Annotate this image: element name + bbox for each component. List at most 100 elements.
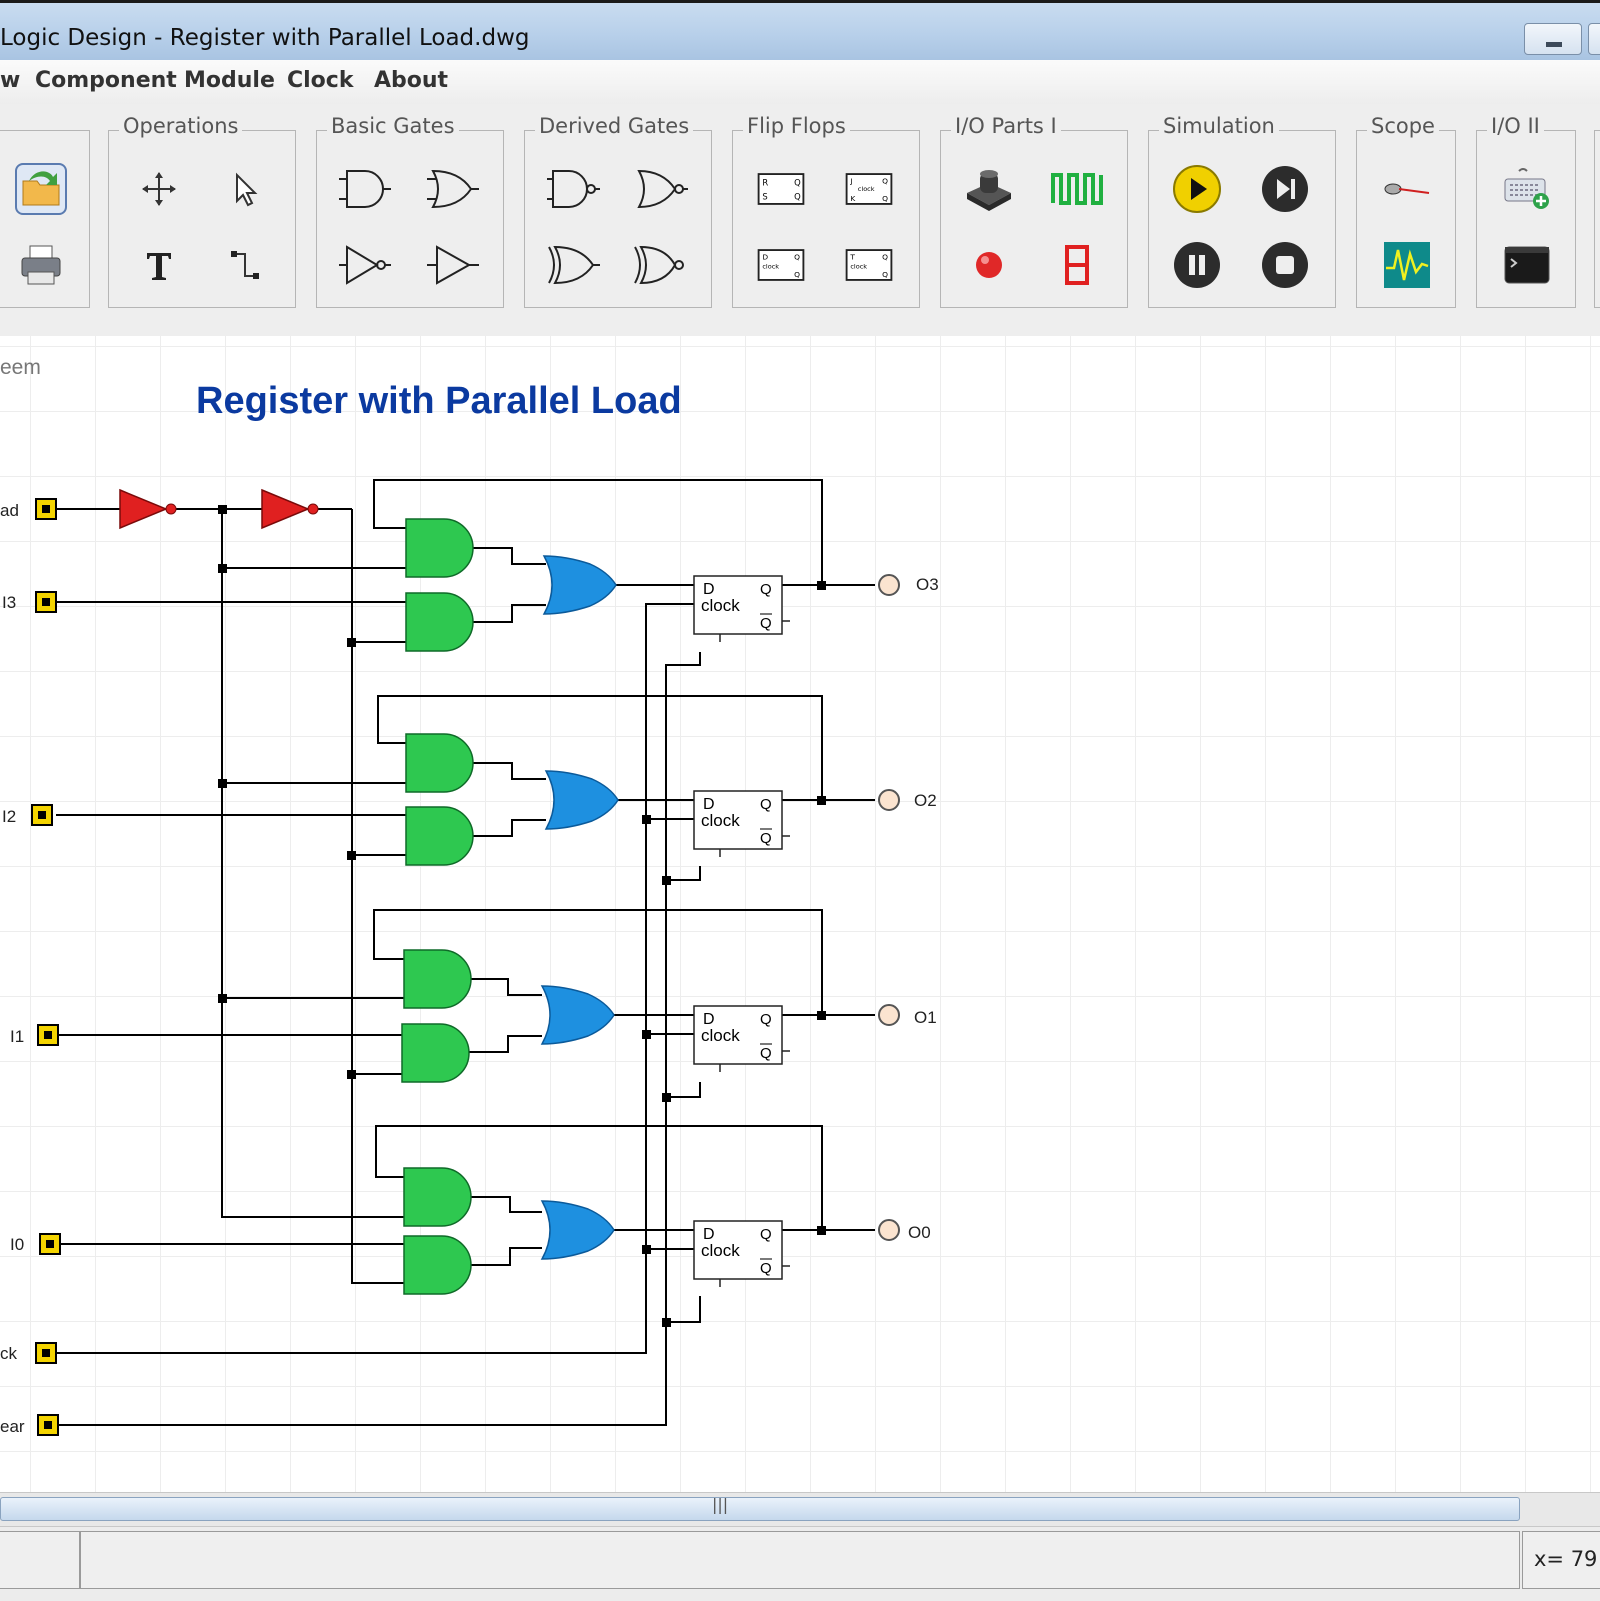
- and-gate-1a: [403, 949, 472, 1009]
- svg-text:clock: clock: [858, 185, 875, 193]
- output-label-o2: O2: [914, 791, 937, 810]
- and-gate-tool[interactable]: [337, 161, 393, 217]
- svg-text:Q: Q: [794, 252, 800, 261]
- nand-gate-tool[interactable]: [545, 161, 601, 217]
- svg-text:Q: Q: [794, 177, 801, 187]
- terminal-tool[interactable]: [1499, 237, 1555, 293]
- probe-tool[interactable]: [1379, 161, 1435, 217]
- minimize-button[interactable]: [1524, 23, 1582, 55]
- not-gate-icon: [339, 245, 391, 285]
- output-pin-o0: [878, 1219, 900, 1241]
- red-led-icon: [976, 252, 1002, 278]
- menu-about[interactable]: About: [374, 68, 448, 93]
- simulation-label: Simulation: [1159, 114, 1279, 138]
- step-forward-icon: [1262, 166, 1308, 212]
- svg-text:J: J: [849, 176, 852, 185]
- input-pin-i1: [37, 1024, 59, 1046]
- output-pin-o2: [878, 789, 900, 811]
- menu-clock[interactable]: Clock: [287, 68, 353, 93]
- step-button[interactable]: [1257, 161, 1313, 217]
- clock-source-tool[interactable]: [1049, 161, 1105, 217]
- derived-gates-label: Derived Gates: [535, 114, 694, 138]
- not-gate-tool[interactable]: [337, 237, 393, 293]
- keyboard-tool[interactable]: [1499, 161, 1555, 217]
- text-tool[interactable]: [131, 237, 187, 293]
- input-pin-i2: [31, 804, 53, 826]
- status-segment-left: [0, 1531, 80, 1589]
- or-gate-3: [543, 555, 617, 615]
- d-flipflop-1: [693, 1005, 791, 1073]
- and-gate-3a: [405, 518, 474, 578]
- stop-button[interactable]: [1257, 237, 1313, 293]
- oscilloscope-tool[interactable]: [1379, 237, 1435, 293]
- xor-gate-tool[interactable]: [545, 237, 601, 293]
- and-gate-icon: [339, 170, 391, 208]
- jk-flipflop-tool[interactable]: Jclock K QQ: [841, 161, 897, 217]
- input-pin-i0: [39, 1233, 61, 1255]
- status-segment-main: [80, 1531, 1520, 1589]
- menu-module[interactable]: Module: [184, 68, 275, 93]
- open-folder-icon: [15, 163, 67, 215]
- pause-button[interactable]: [1169, 237, 1225, 293]
- maximize-button[interactable]: [1588, 23, 1600, 55]
- d-flipflop-3: [693, 575, 791, 643]
- and-gate-1b: [401, 1023, 470, 1083]
- input-label-load: ad: [0, 501, 19, 520]
- svg-text:R: R: [762, 177, 768, 187]
- input-label-i0: I0: [10, 1235, 24, 1254]
- input-label-i1: I1: [10, 1027, 24, 1046]
- seven-segment-tool[interactable]: [1049, 237, 1105, 293]
- and-gate-3b: [405, 592, 474, 652]
- horizontal-scrollbar[interactable]: |||: [0, 1492, 1600, 1527]
- rs-flipflop-tool[interactable]: RS QQ: [753, 161, 809, 217]
- d-flipflop-0: [693, 1220, 791, 1288]
- svg-text:Q: Q: [794, 270, 800, 279]
- scrollbar-thumb[interactable]: [0, 1497, 1520, 1521]
- corner-label: eem: [0, 356, 41, 379]
- operations-label: Operations: [119, 114, 243, 138]
- d-flipflop-tool[interactable]: Dclock QQ: [753, 237, 809, 293]
- output-pin-o3: [878, 574, 900, 596]
- window-title: Logic Design - Register with Parallel Lo…: [0, 25, 530, 51]
- d-flipflop-icon: Dclock QQ: [757, 249, 805, 281]
- svg-text:D: D: [762, 252, 768, 261]
- nor-gate-tool[interactable]: [633, 161, 689, 217]
- run-button[interactable]: [1169, 161, 1225, 217]
- circuit-title: Register with Parallel Load: [196, 380, 682, 422]
- input-pin-clock: [35, 1342, 57, 1364]
- input-pins: [31, 498, 61, 1436]
- open-file-button[interactable]: [13, 161, 69, 217]
- or-gate-2: [545, 770, 619, 830]
- and-gate-2a: [405, 733, 474, 793]
- xnor-gate-tool[interactable]: [633, 237, 689, 293]
- output-label-o1: O1: [914, 1008, 937, 1027]
- menu-view[interactable]: w: [0, 68, 20, 93]
- wire-tool[interactable]: [217, 237, 273, 293]
- drawing-canvas[interactable]: D clock Q Q eem Register with Parallel L…: [0, 336, 1600, 1492]
- led-tool[interactable]: [961, 237, 1017, 293]
- or-gate-tool[interactable]: [425, 161, 481, 217]
- output-label-o3: O3: [916, 575, 939, 594]
- d-flipflop-2: [693, 790, 791, 858]
- t-flipflop-tool[interactable]: Tclock QQ: [841, 237, 897, 293]
- push-button-tool[interactable]: [961, 161, 1017, 217]
- nor-gate-icon: [637, 169, 688, 209]
- file-group: [0, 130, 90, 308]
- menu-component[interactable]: Component: [35, 68, 177, 93]
- buffer-gate-tool[interactable]: [425, 237, 481, 293]
- print-button[interactable]: [13, 237, 69, 293]
- move-tool[interactable]: [131, 161, 187, 217]
- t-flipflop-icon: Tclock QQ: [845, 249, 893, 281]
- seven-segment-icon: [1065, 245, 1089, 285]
- derived-gates-group: Derived Gates: [524, 114, 712, 308]
- io-parts-1-group: I/O Parts I: [940, 114, 1128, 308]
- next-group-edge: [1594, 130, 1600, 308]
- svg-text:S: S: [762, 191, 767, 201]
- rs-flipflop-icon: RS QQ: [757, 173, 805, 205]
- pointer-arrow-icon: [236, 172, 258, 207]
- io-parts-2-label: I/O II: [1487, 114, 1544, 138]
- select-tool[interactable]: [217, 161, 273, 217]
- push-button-icon: [967, 170, 1011, 211]
- input-pin-i3: [35, 591, 57, 613]
- scope-label: Scope: [1367, 114, 1439, 138]
